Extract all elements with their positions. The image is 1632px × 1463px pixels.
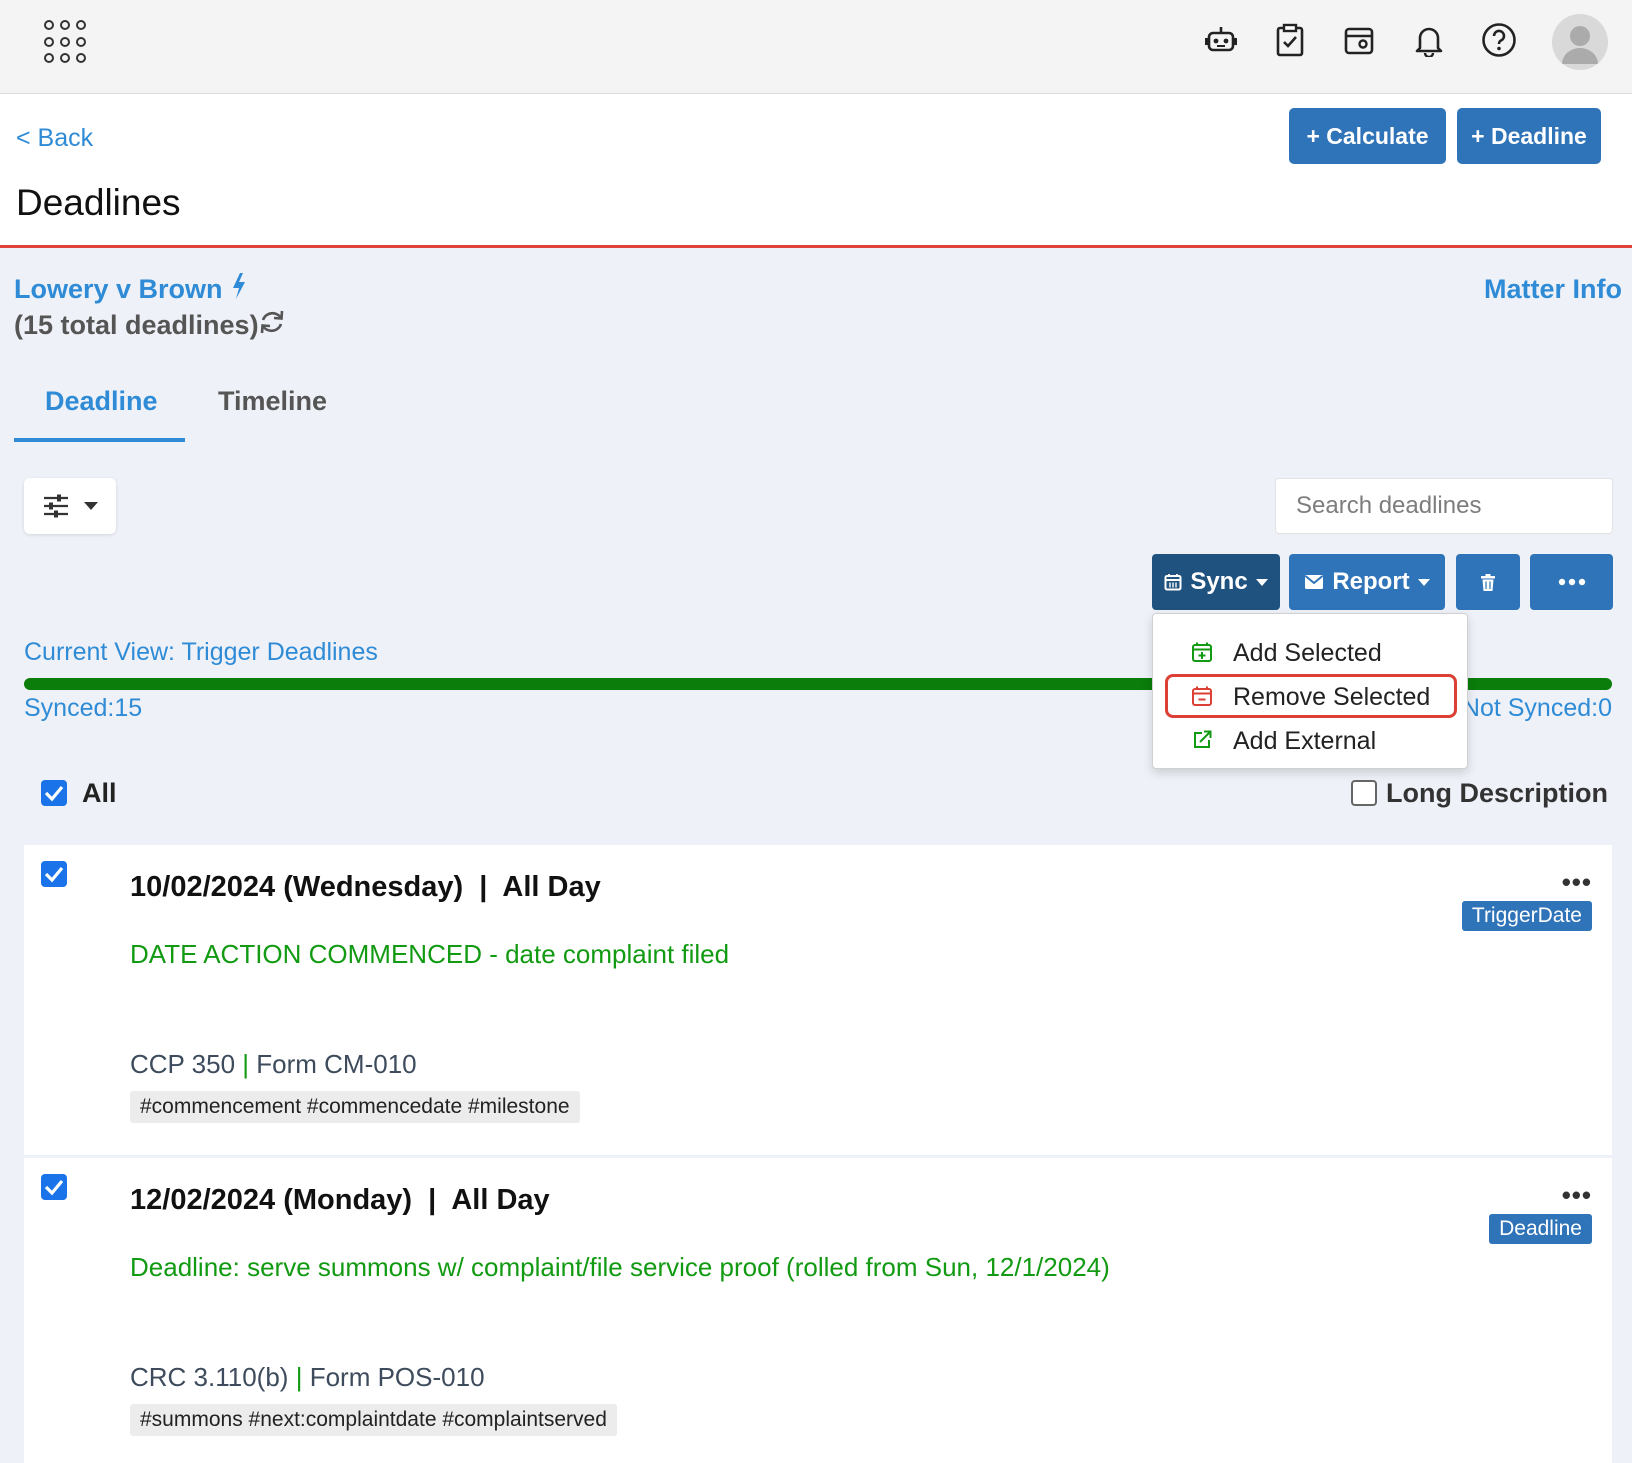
card-more-menu[interactable]: ••• xyxy=(1562,1180,1592,1211)
trash-icon xyxy=(1481,573,1495,591)
rule-separator: | xyxy=(295,1362,303,1392)
selection-highlight xyxy=(1165,674,1457,718)
matter-name-link[interactable]: Lowery v Brown xyxy=(14,274,223,305)
help-icon[interactable] xyxy=(1479,20,1519,60)
deadline-card: 12/02/2024 (Monday) | All Day ••• Deadli… xyxy=(24,1158,1612,1463)
total-deadlines-count: (15 total deadlines) xyxy=(14,310,259,340)
delete-button[interactable] xyxy=(1456,554,1520,610)
active-tab-indicator xyxy=(14,438,185,442)
deadline-description[interactable]: Deadline: serve summons w/ complaint/fil… xyxy=(130,1252,1110,1283)
clipboard-check-icon[interactable] xyxy=(1270,20,1310,60)
sync-dropdown-menu: Add Selected Remove Selected Add Externa… xyxy=(1152,613,1468,769)
calculate-button[interactable]: + Calculate xyxy=(1289,108,1446,164)
select-all-label: All xyxy=(82,778,117,808)
more-actions-button[interactable] xyxy=(1530,554,1613,610)
matter-info-link[interactable]: Matter Info xyxy=(1484,274,1622,305)
chevron-down-icon xyxy=(1417,578,1430,586)
calendar-plus-icon xyxy=(1191,641,1213,670)
envelope-icon xyxy=(1305,575,1324,589)
page-title: Deadlines xyxy=(16,182,181,223)
deadline-card: 10/02/2024 (Wednesday) | All Day ••• Tri… xyxy=(24,845,1612,1155)
deadline-rule: CRC 3.110(b) | Form POS-010 xyxy=(130,1362,485,1393)
form-reference[interactable]: Form CM-010 xyxy=(256,1049,416,1079)
ellipsis-icon xyxy=(1558,578,1585,586)
tab-deadline[interactable]: Deadline xyxy=(45,386,158,417)
deadline-tags: #summons #next:complaintdate #complaints… xyxy=(130,1404,617,1436)
report-button-label: Report xyxy=(1332,568,1410,595)
menu-item-add-selected[interactable]: Add Selected xyxy=(1153,630,1469,674)
chevron-down-icon xyxy=(84,502,98,510)
rule-separator: | xyxy=(242,1049,250,1079)
calendar-view-icon[interactable] xyxy=(1339,20,1379,60)
search-input[interactable] xyxy=(1275,478,1613,534)
lightning-icon[interactable] xyxy=(230,272,248,305)
report-button[interactable]: Report xyxy=(1289,554,1445,610)
deadline-description[interactable]: DATE ACTION COMMENCED - date complaint f… xyxy=(130,939,729,970)
page-header: < Back Deadlines + Calculate + Deadline xyxy=(0,94,1632,248)
deadline-tags: #commencement #commencedate #milestone xyxy=(130,1091,580,1123)
refresh-icon[interactable] xyxy=(258,308,286,341)
deadline-date: 10/02/2024 (Wednesday) | All Day xyxy=(130,871,601,903)
user-avatar-icon[interactable] xyxy=(1552,14,1608,70)
add-deadline-button[interactable]: + Deadline xyxy=(1457,108,1601,164)
chevron-down-icon xyxy=(1255,578,1268,586)
rule-citation[interactable]: CCP 350 xyxy=(130,1049,235,1079)
calendar-icon xyxy=(1164,574,1182,591)
sync-button-label: Sync xyxy=(1190,568,1248,595)
robot-icon[interactable] xyxy=(1201,20,1241,60)
synced-count: Synced:15 xyxy=(24,694,143,722)
sliders-icon xyxy=(44,494,68,518)
deadline-type-badge: Deadline xyxy=(1489,1214,1592,1244)
long-description-label: Long Description xyxy=(1386,778,1608,808)
deadline-date: 12/02/2024 (Monday) | All Day xyxy=(130,1184,550,1216)
current-view-label[interactable]: Current View: Trigger Deadlines xyxy=(24,638,378,667)
apps-grid-icon[interactable] xyxy=(44,20,88,64)
select-all-checkbox[interactable] xyxy=(41,780,67,806)
deadline-checkbox[interactable] xyxy=(41,1174,67,1200)
top-bar xyxy=(0,0,1632,94)
form-reference[interactable]: Form POS-010 xyxy=(310,1362,485,1392)
card-more-menu[interactable]: ••• xyxy=(1562,867,1592,898)
back-link[interactable]: < Back xyxy=(16,124,93,153)
deadline-checkbox[interactable] xyxy=(41,861,67,887)
rule-citation[interactable]: CRC 3.110(b) xyxy=(130,1362,288,1392)
long-description-checkbox[interactable] xyxy=(1351,780,1377,806)
tab-timeline[interactable]: Timeline xyxy=(218,386,327,417)
bell-icon[interactable] xyxy=(1409,20,1449,60)
menu-item-label: Add External xyxy=(1233,727,1377,755)
filter-dropdown-button[interactable] xyxy=(24,478,116,534)
deadline-rule: CCP 350 | Form CM-010 xyxy=(130,1049,417,1080)
menu-item-add-external[interactable]: Add External xyxy=(1153,718,1469,762)
deadline-type-badge: TriggerDate xyxy=(1461,901,1592,931)
not-synced-count: Not Synced:0 xyxy=(1461,694,1612,723)
sync-button[interactable]: Sync xyxy=(1152,554,1280,610)
external-link-icon xyxy=(1191,729,1213,758)
menu-item-label: Add Selected xyxy=(1233,639,1382,667)
